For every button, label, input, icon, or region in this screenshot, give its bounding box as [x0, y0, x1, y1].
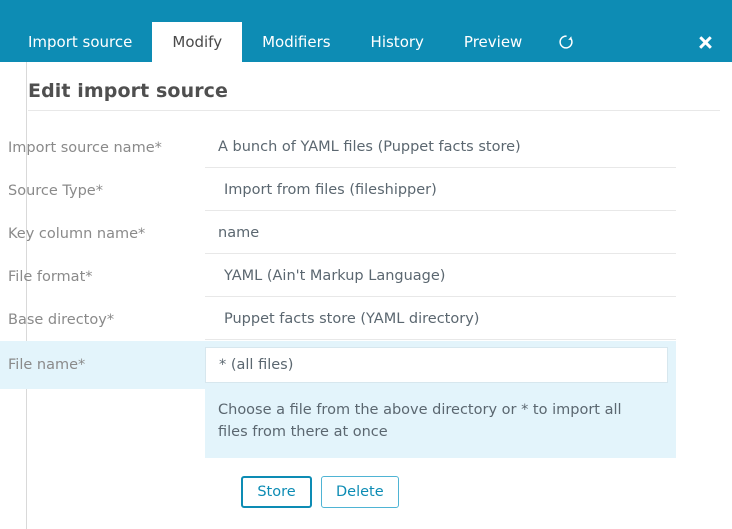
- refresh-button[interactable]: [542, 22, 588, 62]
- value-wrap-file-format: YAML (Ain't Markup Language): [205, 255, 732, 298]
- label-import-source-name: Import source name*: [8, 139, 162, 156]
- file-name-hint: Choose a file from the above directory o…: [218, 402, 622, 441]
- app-window: Import source Modify Modifiers History P…: [0, 0, 732, 529]
- form-row-key-column-name: Key column name* name: [0, 212, 732, 255]
- value-wrap-file-name: * (all files) Choose a file from the abo…: [205, 341, 732, 458]
- title-divider: [28, 110, 720, 111]
- form-row-source-type: Source Type* Import from files (fileship…: [0, 169, 732, 212]
- tab-list: Import source Modify Modifiers History P…: [0, 22, 588, 62]
- form-actions: Store Delete: [241, 476, 399, 508]
- tab-import-source[interactable]: Import source: [0, 22, 152, 62]
- tab-bar: Import source Modify Modifiers History P…: [0, 0, 732, 62]
- label-source-type: Source Type*: [8, 182, 103, 199]
- label-base-directory: Base directoy*: [8, 311, 115, 328]
- select-file-format[interactable]: YAML (Ain't Markup Language): [205, 255, 676, 297]
- form-row-file-format: File format* YAML (Ain't Markup Language…: [0, 255, 732, 298]
- refresh-icon: [559, 35, 573, 49]
- value-wrap-key-column-name: name: [205, 212, 732, 255]
- input-key-column-name[interactable]: name: [205, 212, 676, 254]
- tab-modifiers[interactable]: Modifiers: [242, 22, 350, 62]
- form-row-base-directory: Base directoy* Puppet facts store (YAML …: [0, 298, 732, 341]
- edit-import-source-form: Import source name* A bunch of YAML file…: [0, 126, 732, 458]
- select-base-directory[interactable]: Puppet facts store (YAML directory): [205, 298, 676, 340]
- delete-button[interactable]: Delete: [321, 476, 399, 508]
- select-file-name[interactable]: * (all files): [205, 347, 668, 383]
- file-name-field-group: * (all files) Choose a file from the abo…: [205, 341, 676, 458]
- close-button[interactable]: [688, 22, 722, 62]
- label-file-format: File format*: [8, 268, 93, 285]
- tab-history[interactable]: History: [351, 22, 444, 62]
- tab-preview[interactable]: Preview: [444, 22, 542, 62]
- form-row-file-name: File name* * (all files) Choose a file f…: [0, 341, 732, 458]
- store-button[interactable]: Store: [241, 476, 312, 508]
- value-wrap-source-type: Import from files (fileshipper): [205, 169, 732, 212]
- tab-modify[interactable]: Modify: [152, 22, 243, 62]
- label-key-column-name: Key column name*: [8, 225, 146, 242]
- close-icon: [698, 35, 713, 50]
- value-wrap-base-directory: Puppet facts store (YAML directory): [205, 298, 732, 341]
- value-wrap-import-source-name: A bunch of YAML files (Puppet facts stor…: [205, 126, 732, 169]
- input-import-source-name[interactable]: A bunch of YAML files (Puppet facts stor…: [205, 126, 676, 168]
- content-panel: Edit import source Import source name* A…: [0, 62, 732, 529]
- form-row-import-source-name: Import source name* A bunch of YAML file…: [0, 126, 732, 169]
- label-file-name: File name*: [0, 341, 205, 389]
- page-title: Edit import source: [28, 80, 229, 102]
- select-source-type[interactable]: Import from files (fileshipper): [205, 169, 676, 211]
